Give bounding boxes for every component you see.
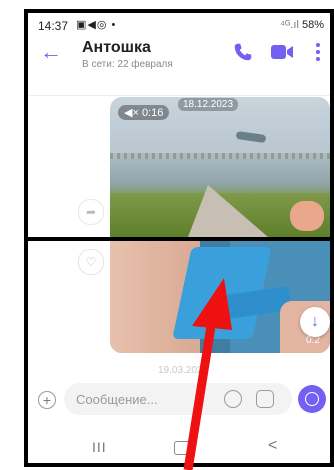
- sticker-icon[interactable]: [256, 390, 274, 408]
- share-icon[interactable]: ➦: [78, 199, 104, 225]
- video-scenery-path: [188, 185, 268, 237]
- plus-icon[interactable]: +: [38, 391, 56, 409]
- more-options-icon[interactable]: [315, 41, 321, 63]
- notification-icons: ▣◀◎ •: [76, 19, 117, 31]
- battery-level: 58%: [301, 19, 324, 31]
- heart-icon[interactable]: ♡: [78, 249, 104, 275]
- top-screen-panel: 14:37 ▣◀◎ • ⁴ᴳ.ıl 58% ← Антошка В сети: …: [28, 13, 330, 237]
- date-separator: 19.03.2024: [158, 365, 209, 376]
- date-chip: 18.12.2023: [178, 98, 239, 111]
- status-time: 14:37: [38, 19, 69, 33]
- video-paper-plane: [235, 130, 267, 144]
- video-scenery-water: [110, 159, 330, 185]
- header-divider: [28, 95, 330, 96]
- scroll-down-icon[interactable]: ↓: [300, 307, 330, 337]
- video-duration-badge: ◀× 0:16: [118, 105, 170, 120]
- video-message-thumbnail[interactable]: ◀× 0:16: [110, 97, 330, 237]
- nav-back-button[interactable]: <: [268, 437, 277, 455]
- message-composer: +: [28, 377, 330, 427]
- chat-header: ← Антошка В сети: 22 февраля: [28, 35, 330, 96]
- phone-call-icon[interactable]: [232, 41, 254, 63]
- message-input[interactable]: [64, 383, 226, 415]
- last-seen-status: В сети: 22 февраля: [82, 59, 173, 70]
- video-hand: [290, 201, 324, 231]
- bottom-screen-panel: 0:2 ♡ ↓ 19.03.2024 + III <: [28, 241, 330, 463]
- emoji-icon[interactable]: [224, 390, 242, 408]
- voice-record-icon[interactable]: [298, 385, 326, 413]
- nav-recents-button[interactable]: III: [92, 439, 107, 455]
- message-field-container: [64, 383, 292, 415]
- back-arrow-icon[interactable]: ←: [40, 41, 62, 63]
- signal-icon: ⁴ᴳ.ıl: [280, 19, 299, 31]
- video-message-thumbnail-2[interactable]: 0:2: [110, 241, 330, 353]
- status-bar: 14:37 ▣◀◎ • ⁴ᴳ.ıl 58%: [28, 13, 330, 35]
- contact-name[interactable]: Антошка: [82, 39, 151, 57]
- system-nav-bar: III <: [28, 429, 330, 463]
- nav-home-button[interactable]: [174, 441, 192, 455]
- video-call-icon[interactable]: [270, 43, 294, 61]
- screenshot-frame: 14:37 ▣◀◎ • ⁴ᴳ.ıl 58% ← Антошка В сети: …: [24, 9, 334, 467]
- status-right: ⁴ᴳ.ıl 58%: [280, 19, 324, 31]
